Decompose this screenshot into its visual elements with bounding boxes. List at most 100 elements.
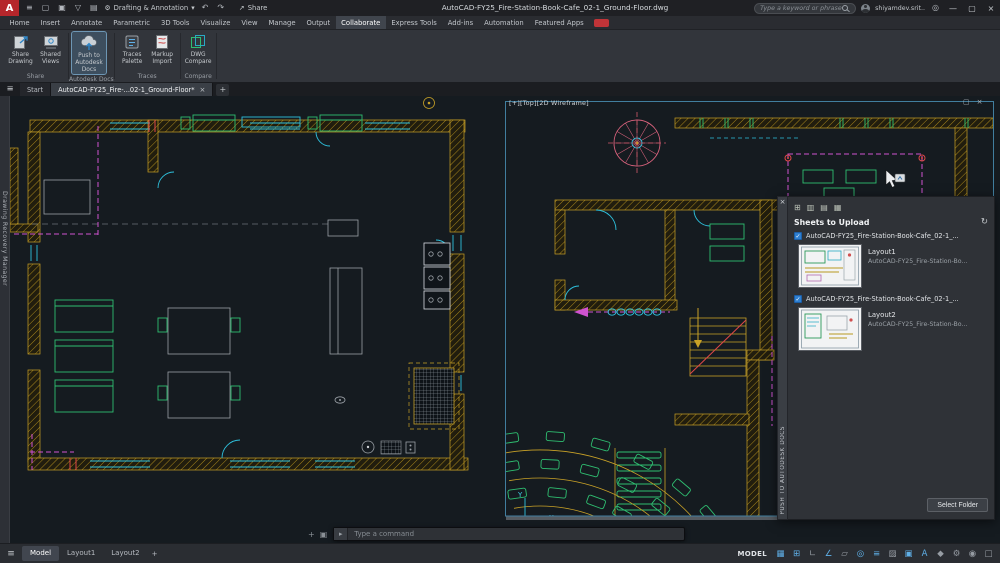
user-name[interactable]: shiyamdev.srit.. bbox=[875, 5, 925, 12]
tab-model[interactable]: Model bbox=[22, 546, 59, 561]
drawing-recovery-manager-bar[interactable]: Drawing Recovery Manager bbox=[0, 96, 10, 543]
tab-layout2[interactable]: Layout2 bbox=[103, 546, 147, 561]
close-button[interactable]: × bbox=[984, 4, 998, 13]
gear-icon: ⚙ bbox=[105, 4, 111, 12]
sheet-checkbox[interactable]: ✓ bbox=[794, 295, 802, 303]
ribbon-group-label-traces[interactable]: Traces bbox=[115, 71, 180, 82]
tab-output[interactable]: Output bbox=[301, 16, 336, 29]
tab-visualize[interactable]: Visualize bbox=[195, 16, 236, 29]
polar-tracking-icon[interactable]: ∠ bbox=[822, 547, 835, 561]
search-input[interactable] bbox=[760, 5, 842, 12]
tab-home[interactable]: Home bbox=[4, 16, 35, 29]
new-layout-button[interactable]: + bbox=[148, 550, 162, 558]
layout-card[interactable]: Layout2 AutoCAD-FY25_Fire-Station-Bo... bbox=[798, 307, 988, 351]
search-box[interactable] bbox=[754, 3, 856, 14]
share-drawing-label: Share Drawing bbox=[6, 52, 35, 66]
save-icon[interactable]: ▽ bbox=[73, 0, 83, 16]
plot-icon[interactable]: ▤ bbox=[88, 0, 100, 16]
annotation-scale-icon[interactable]: ◆ bbox=[934, 547, 947, 561]
layout1-thumbnail[interactable] bbox=[798, 244, 862, 288]
layout2-thumbnail[interactable] bbox=[798, 307, 862, 351]
annotation-icon[interactable]: A bbox=[918, 547, 931, 561]
isolate-objects-icon[interactable]: ◉ bbox=[966, 547, 979, 561]
tab-featured-apps[interactable]: Featured Apps bbox=[529, 16, 589, 29]
autocad-logo[interactable]: A bbox=[0, 0, 19, 16]
grid-icon[interactable]: ▦ bbox=[774, 547, 787, 561]
details-view-icon[interactable]: ▤ bbox=[820, 203, 828, 212]
share-drawing-button[interactable]: Share Drawing bbox=[6, 32, 35, 67]
object-snap-icon[interactable]: ◎ bbox=[854, 547, 867, 561]
sheet-file-row[interactable]: ✓ AutoCAD-FY25_Fire-Station-Book-Cafe_02… bbox=[794, 232, 988, 240]
open-file-icon[interactable]: ▣ bbox=[56, 0, 68, 16]
refresh-icon[interactable]: ↻ bbox=[981, 217, 988, 227]
add-sheets-icon[interactable]: ⊞ bbox=[794, 203, 801, 212]
share-label: Share bbox=[248, 4, 268, 12]
viewport-close-icon[interactable]: × bbox=[977, 98, 983, 106]
tab-view[interactable]: View bbox=[236, 16, 263, 29]
list-view-icon[interactable]: ▥ bbox=[807, 203, 815, 212]
transparency-icon[interactable]: ▨ bbox=[886, 547, 899, 561]
push-to-docs-icon bbox=[79, 33, 99, 52]
clean-screen-icon[interactable]: □ bbox=[982, 547, 995, 561]
undo-icon[interactable]: ↶ bbox=[200, 0, 211, 16]
thumbnails-view-icon[interactable]: ▦ bbox=[834, 203, 842, 212]
traces-palette-button[interactable]: Traces Palette bbox=[118, 32, 147, 67]
sheet-checkbox[interactable]: ✓ bbox=[794, 232, 802, 240]
panel-title-vertical: PUSH TO AUTODESK DOCS bbox=[780, 426, 786, 515]
command-customize-icon[interactable]: ▸ bbox=[334, 528, 348, 540]
file-tabs-menu-icon[interactable]: ≡ bbox=[0, 82, 20, 96]
select-folder-button[interactable]: Select Folder bbox=[927, 498, 988, 512]
isodraft-icon[interactable]: ▱ bbox=[838, 547, 851, 561]
ribbon-group-label-compare[interactable]: Compare bbox=[181, 71, 216, 82]
workspace-dropdown[interactable]: ⚙ Drafting & Annotation ▾ bbox=[105, 4, 195, 12]
snap-icon[interactable]: ⊞ bbox=[790, 547, 803, 561]
selection-cycling-icon[interactable]: ▣ bbox=[902, 547, 915, 561]
workspace-switch-icon[interactable]: ⚙ bbox=[950, 547, 963, 561]
app-menu-icon[interactable]: ≡ bbox=[24, 0, 35, 16]
tab-automation[interactable]: Automation bbox=[479, 16, 530, 29]
horizontal-scrollbar[interactable] bbox=[506, 517, 786, 521]
ortho-icon[interactable]: ∟ bbox=[806, 547, 819, 561]
tab-insert[interactable]: Insert bbox=[35, 16, 66, 29]
ribbon-group-label-share[interactable]: Share bbox=[3, 71, 68, 82]
tab-collaborate[interactable]: Collaborate bbox=[336, 16, 386, 29]
tab-express-tools[interactable]: Express Tools bbox=[386, 16, 442, 29]
featured-badge[interactable] bbox=[594, 19, 609, 27]
layout-menu-icon[interactable]: ≡ bbox=[0, 549, 22, 559]
layout-card[interactable]: Layout1 AutoCAD-FY25_Fire-Station-Bo... bbox=[798, 244, 988, 288]
new-drawing-tab-button[interactable]: + bbox=[216, 84, 229, 96]
push-to-autodesk-docs-button[interactable]: Push to Autodesk Docs bbox=[72, 32, 106, 74]
user-avatar[interactable] bbox=[861, 4, 870, 13]
share-button[interactable]: ↗ Share bbox=[239, 4, 267, 12]
redo-icon[interactable]: ↷ bbox=[215, 0, 226, 16]
dwg-compare-button[interactable]: DWG Compare bbox=[184, 32, 213, 67]
lineweight-icon[interactable]: ≡ bbox=[870, 547, 883, 561]
viewport-restore-icon[interactable]: ▢ bbox=[963, 98, 970, 106]
ribbon-group-label-autodesk-docs[interactable]: Autodesk Docs bbox=[69, 74, 114, 85]
shared-views-button[interactable]: Shared Views bbox=[36, 32, 65, 67]
markup-import-button[interactable]: Markup Import bbox=[148, 32, 177, 67]
minimize-button[interactable]: — bbox=[946, 4, 960, 13]
command-input[interactable] bbox=[348, 530, 684, 538]
panel-title-strip[interactable]: × PUSH TO AUTODESK DOCS bbox=[777, 196, 788, 520]
new-file-icon[interactable]: ▢ bbox=[40, 0, 52, 16]
command-line[interactable]: ▸ bbox=[333, 527, 685, 541]
notification-icon[interactable]: ◎ bbox=[930, 0, 941, 16]
tab-parametric[interactable]: Parametric bbox=[108, 16, 156, 29]
tab-add-ins[interactable]: Add-ins bbox=[442, 16, 478, 29]
crosshair-icon[interactable]: + bbox=[308, 530, 315, 539]
tab-layout1[interactable]: Layout1 bbox=[59, 546, 103, 561]
maximize-button[interactable]: ▢ bbox=[965, 4, 979, 13]
tab-annotate[interactable]: Annotate bbox=[66, 16, 108, 29]
ribbon-panel-autodesk-docs: Push to Autodesk Docs Autodesk Docs bbox=[69, 30, 114, 82]
sheet-file-row[interactable]: ✓ AutoCAD-FY25_Fire-Station-Book-Cafe_02… bbox=[794, 295, 988, 303]
tab-start[interactable]: Start bbox=[20, 83, 51, 96]
viewport-controls-label[interactable]: [+][Top][2D Wireframe] bbox=[509, 99, 589, 107]
panel-close-icon[interactable]: × bbox=[780, 197, 786, 207]
tab-close-icon[interactable]: × bbox=[200, 86, 206, 94]
pickbox-icon[interactable]: ▣ bbox=[320, 530, 328, 539]
search-icon[interactable] bbox=[842, 5, 848, 11]
model-space-indicator[interactable]: MODEL bbox=[738, 550, 767, 558]
tab-manage[interactable]: Manage bbox=[263, 16, 301, 29]
tab-3d-tools[interactable]: 3D Tools bbox=[156, 16, 195, 29]
